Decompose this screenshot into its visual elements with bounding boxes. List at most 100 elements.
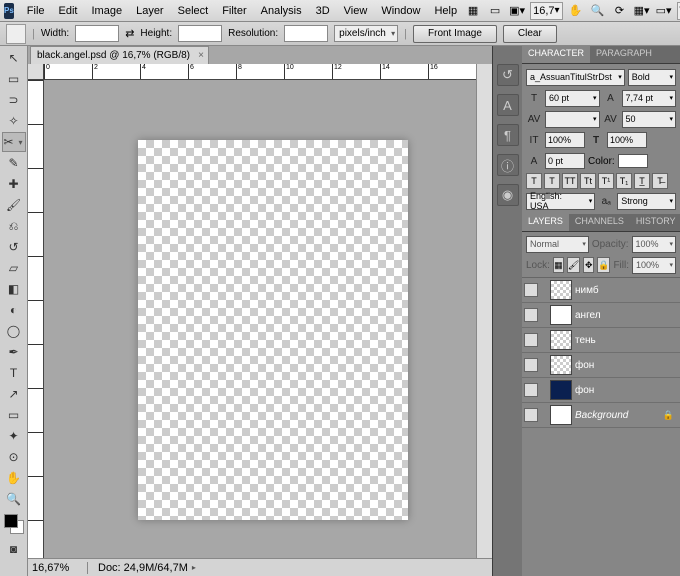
menu-help[interactable]: Help: [427, 3, 464, 19]
menu-edit[interactable]: Edit: [52, 3, 85, 19]
launch-bridge-icon[interactable]: ▦: [464, 2, 482, 20]
arrange-docs-icon[interactable]: ▦▾: [633, 2, 651, 20]
eraser-tool-icon[interactable]: ▱: [2, 258, 26, 278]
zoom-tool-icon[interactable]: 🔍: [2, 489, 26, 509]
language-select[interactable]: English: USA: [526, 193, 595, 210]
document-tab[interactable]: black.angel.psd @ 16,7% (RGB/8): [30, 46, 209, 64]
width-input[interactable]: [75, 25, 119, 42]
3d-panel-icon[interactable]: ◉: [497, 184, 519, 206]
workspace-select[interactable]: WEB ▾: [677, 2, 680, 20]
tab-channels[interactable]: CHANNELS: [569, 214, 630, 231]
opacity-select[interactable]: 100%: [632, 236, 677, 253]
history-panel-icon[interactable]: ↺: [497, 64, 519, 86]
tab-history[interactable]: HISTORY: [630, 214, 680, 231]
menu-layer[interactable]: Layer: [129, 3, 171, 19]
layer-row[interactable]: тень: [522, 328, 680, 353]
fill-select[interactable]: 100%: [632, 257, 676, 274]
ruler-origin[interactable]: [28, 64, 44, 80]
font-family-select[interactable]: a_AssuanTitulStrDst: [526, 69, 625, 86]
layer-row[interactable]: фон: [522, 353, 680, 378]
blur-tool-icon[interactable]: ◐: [2, 300, 26, 320]
path-select-tool-icon[interactable]: ↗: [2, 384, 26, 404]
menu-select[interactable]: Select: [171, 3, 216, 19]
font-size-select[interactable]: 60 pt: [545, 90, 600, 107]
text-color-swatch[interactable]: [618, 154, 648, 168]
stamp-tool-icon[interactable]: ⎌: [2, 216, 26, 236]
ruler-horizontal[interactable]: 024681012141618: [44, 64, 476, 80]
view-extras-icon[interactable]: ▣▾: [508, 2, 526, 20]
canvas[interactable]: [138, 140, 408, 520]
layer-thumbnail[interactable]: [550, 405, 572, 425]
pen-tool-icon[interactable]: ✒: [2, 342, 26, 362]
layer-thumbnail[interactable]: [550, 355, 572, 375]
lock-position-button[interactable]: ✥: [583, 257, 594, 273]
scrollbar-vertical[interactable]: [476, 64, 492, 560]
smallcaps-button[interactable]: Tt: [580, 173, 596, 189]
allcaps-button[interactable]: TT: [562, 173, 578, 189]
layer-row[interactable]: фон: [522, 378, 680, 403]
layer-row[interactable]: ангел: [522, 303, 680, 328]
blend-mode-select[interactable]: Normal: [526, 236, 589, 253]
menu-window[interactable]: Window: [374, 3, 427, 19]
chevron-right-icon[interactable]: ▸: [192, 563, 196, 572]
history-brush-tool-icon[interactable]: ↺: [2, 237, 26, 257]
tab-paragraph[interactable]: PARAGRAPH: [590, 46, 658, 63]
lock-transparency-button[interactable]: ▦: [553, 257, 564, 273]
menu-filter[interactable]: Filter: [215, 3, 253, 19]
subscript-button[interactable]: T₁: [616, 173, 632, 189]
horizontal-scale-input[interactable]: [607, 132, 647, 148]
strikethrough-button[interactable]: T̶: [652, 173, 668, 189]
shape-tool-icon[interactable]: ▭: [2, 405, 26, 425]
status-zoom[interactable]: 16,67%: [28, 562, 88, 574]
resolution-units-select[interactable]: pixels/inch: [334, 25, 398, 42]
swap-icon[interactable]: ⇄: [125, 27, 134, 40]
faux-italic-button[interactable]: T: [544, 173, 560, 189]
visibility-toggle[interactable]: [524, 408, 538, 422]
tab-layers[interactable]: LAYERS: [522, 214, 569, 231]
height-input[interactable]: [178, 25, 222, 42]
zoom-icon[interactable]: 🔍: [589, 2, 607, 20]
visibility-toggle[interactable]: [524, 283, 538, 297]
layer-name[interactable]: нимб: [575, 285, 599, 296]
visibility-toggle[interactable]: [524, 333, 538, 347]
ruler-vertical[interactable]: [28, 80, 44, 558]
marquee-tool-icon[interactable]: ▭: [2, 69, 26, 89]
clear-button[interactable]: Clear: [503, 25, 557, 43]
superscript-button[interactable]: T¹: [598, 173, 614, 189]
3d-tool-icon[interactable]: ✦: [2, 426, 26, 446]
color-swatch[interactable]: [4, 514, 24, 534]
layer-row[interactable]: нимб: [522, 278, 680, 303]
crop-tool-icon[interactable]: [6, 24, 26, 44]
styles-panel-icon[interactable]: ¶: [497, 124, 519, 146]
mini-bridge-icon[interactable]: ▭: [486, 2, 504, 20]
eyedropper-tool-icon[interactable]: ✎: [2, 153, 26, 173]
resolution-input[interactable]: [284, 25, 328, 42]
layer-thumbnail[interactable]: [550, 280, 572, 300]
menu-view[interactable]: View: [337, 3, 375, 19]
layer-name[interactable]: фон: [575, 360, 594, 371]
visibility-toggle[interactable]: [524, 383, 538, 397]
brush-tool-icon[interactable]: 🖌: [2, 195, 26, 215]
layer-name[interactable]: фон: [575, 385, 594, 396]
gradient-tool-icon[interactable]: ◧: [2, 279, 26, 299]
visibility-toggle[interactable]: [524, 358, 538, 372]
front-image-button[interactable]: Front Image: [413, 25, 497, 43]
menu-analysis[interactable]: Analysis: [254, 3, 309, 19]
screen-mode-icon[interactable]: ▭▾: [655, 2, 673, 20]
crop-tool-icon[interactable]: ✂: [2, 132, 26, 152]
quick-mask-icon[interactable]: ◙: [2, 539, 26, 559]
menu-image[interactable]: Image: [85, 3, 130, 19]
hand-icon[interactable]: ✋: [567, 2, 585, 20]
info-panel-icon[interactable]: ⓘ: [497, 154, 519, 176]
leading-select[interactable]: 7,74 pt: [622, 90, 677, 107]
move-tool-icon[interactable]: ↖: [2, 48, 26, 68]
rotate-view-icon[interactable]: ⟳: [611, 2, 629, 20]
3d-camera-tool-icon[interactable]: ⊙: [2, 447, 26, 467]
quick-select-tool-icon[interactable]: ✧: [2, 111, 26, 131]
baseline-input[interactable]: [545, 153, 585, 169]
vertical-scale-input[interactable]: [545, 132, 585, 148]
antialias-select[interactable]: Strong: [617, 193, 676, 210]
visibility-toggle[interactable]: [524, 308, 538, 322]
font-style-select[interactable]: Bold: [628, 69, 676, 86]
zoom-level-select[interactable]: 16,7 ▾: [530, 2, 562, 20]
